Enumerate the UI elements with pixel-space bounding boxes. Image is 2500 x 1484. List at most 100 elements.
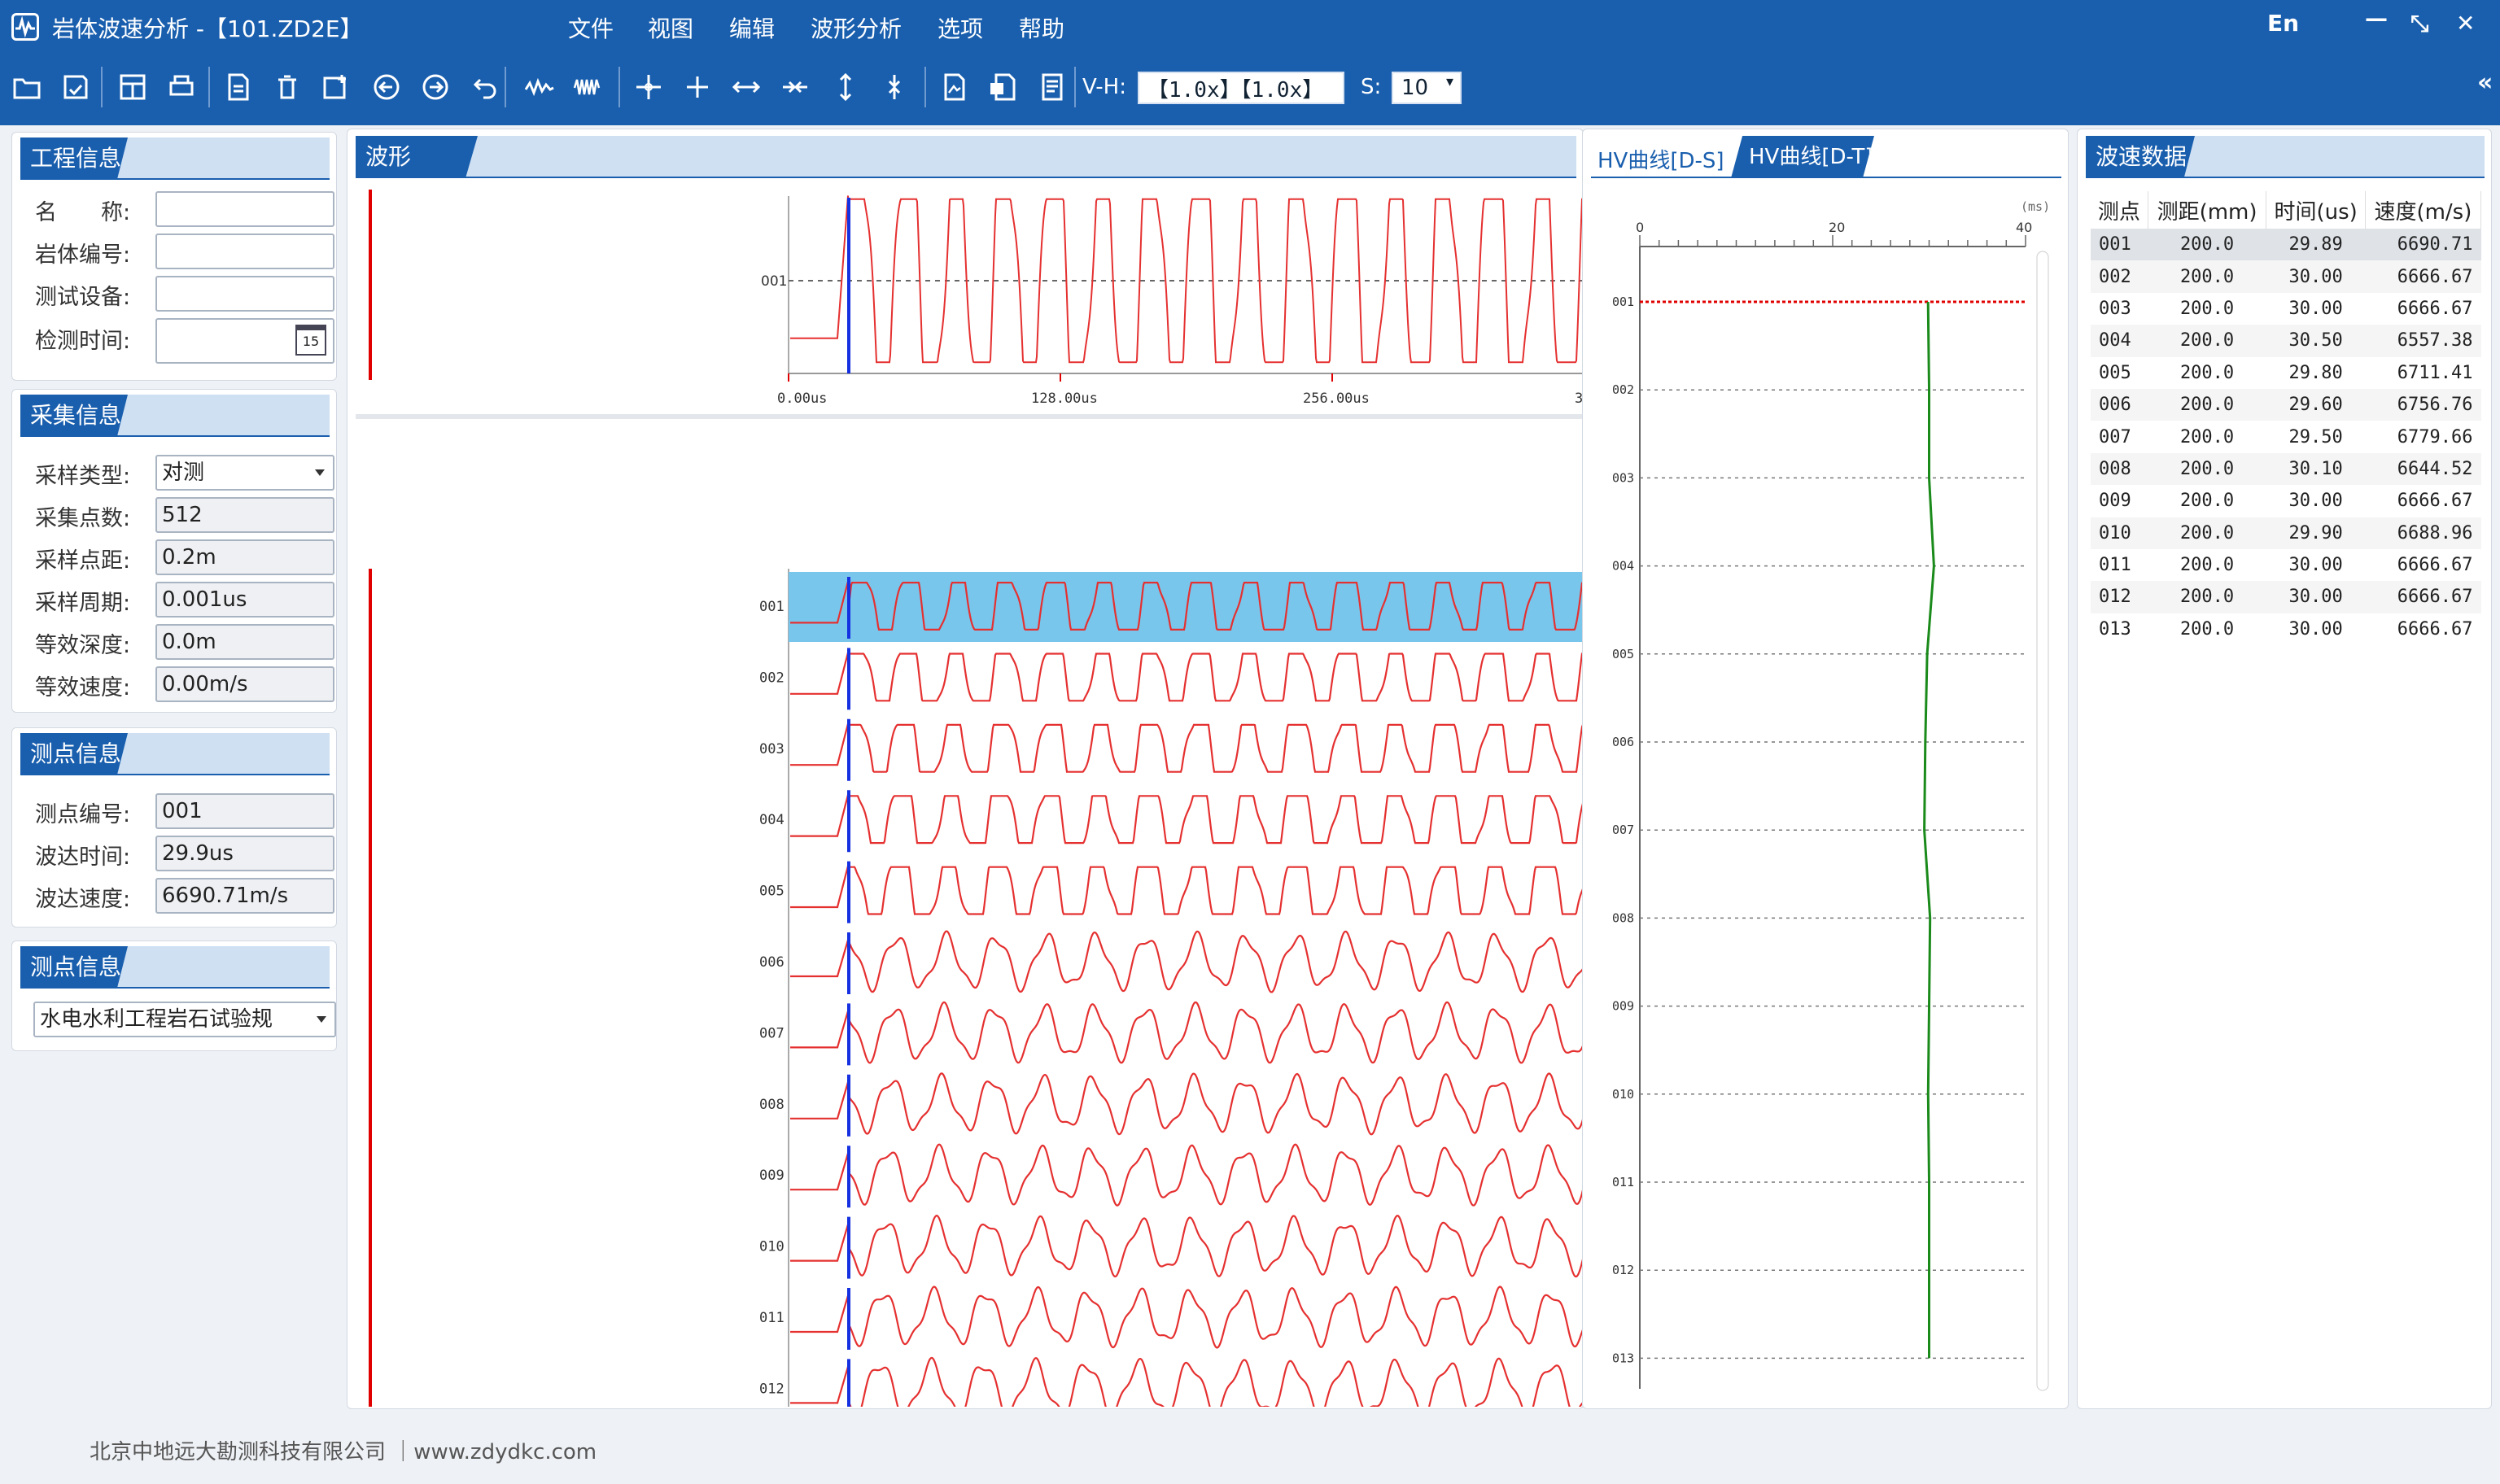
table-row[interactable]: 012 200.0 30.00 6666.67 — [2091, 581, 2481, 613]
vh-scale-field[interactable]: 【1.0x】【1.0x】 — [1138, 72, 1344, 104]
depth-label: 010 — [1612, 1087, 1634, 1102]
cursor-plus-icon[interactable] — [679, 68, 716, 106]
menu-wave-analysis[interactable]: 波形分析 — [811, 11, 902, 44]
table-cell: 30.00 — [2288, 555, 2343, 576]
footer-company: 北京中地远大勘测科技有限公司 ｜www.zdydkc.com — [90, 1440, 597, 1464]
eq-depth-field[interactable]: 0.0m — [155, 624, 334, 660]
device-field[interactable] — [155, 276, 334, 312]
collapse-toolbar-icon[interactable]: « — [2477, 68, 2493, 97]
channel-label: 002 — [759, 670, 785, 686]
delete-icon[interactable] — [269, 68, 306, 106]
menu-view[interactable]: 视图 — [648, 11, 693, 44]
hv-chart[interactable]: (ms) 0 20 40 001 002 003 004 005 006 007 008 009 010 0… — [1583, 194, 2069, 1407]
window-title: 岩体波速分析 -【101.ZD2E】 — [52, 15, 363, 42]
stretch-horizontal-icon[interactable] — [728, 68, 765, 106]
add-frame-icon[interactable] — [114, 68, 151, 106]
arrival-time-label: 波达时间: — [35, 845, 131, 870]
table-cell: 010 — [2099, 522, 2131, 543]
column-header[interactable]: 测距(mm) — [2148, 191, 2267, 229]
table-cell: 001 — [2099, 234, 2131, 255]
tab-hv-dt[interactable]: HV曲线[D-T] — [1731, 136, 1874, 178]
depth-label: 007 — [1612, 823, 1634, 837]
table-row[interactable]: 001 200.0 29.89 6690.71 — [2091, 229, 2481, 261]
print-icon[interactable] — [163, 68, 200, 106]
arrival-time-field[interactable]: 29.9us — [155, 836, 334, 871]
language-toggle[interactable]: En — [2267, 10, 2299, 37]
menu-help[interactable]: 帮助 — [1019, 11, 1064, 44]
save-icon[interactable] — [57, 68, 94, 106]
date-field[interactable]: 15 — [155, 318, 334, 364]
table-row[interactable]: 011 200.0 30.00 6666.67 — [2091, 548, 2481, 582]
depth-label: 001 — [1612, 295, 1634, 309]
table-row[interactable]: 013 200.0 30.00 6666.67 — [2091, 613, 2481, 646]
compress-horizontal-icon[interactable] — [776, 68, 814, 106]
close-icon[interactable]: ✕ — [2456, 10, 2475, 37]
menu-options[interactable]: 选项 — [938, 11, 983, 44]
report-icon[interactable] — [220, 68, 257, 106]
table-row[interactable]: 005 200.0 29.80 6711.41 — [2091, 356, 2481, 389]
wave-trace — [790, 1001, 1584, 1064]
arrow-left-icon[interactable] — [368, 68, 405, 106]
column-header[interactable]: 测点 — [2091, 191, 2148, 229]
table-row[interactable]: 003 200.0 30.00 6666.67 — [2091, 292, 2481, 325]
menu-file[interactable]: 文件 — [568, 11, 614, 44]
stretch-vertical-icon[interactable] — [827, 68, 864, 106]
standard-select[interactable]: 水电水利工程岩石试验规 — [33, 1002, 336, 1037]
wave-list-view[interactable]: 001002003004005006007008009010011012013 — [347, 430, 1584, 1407]
arrow-right-icon[interactable] — [417, 68, 454, 106]
menu-edit[interactable]: 编辑 — [729, 11, 775, 44]
compress-vertical-icon[interactable] — [876, 68, 913, 106]
wave-compress-icon[interactable] — [570, 68, 607, 106]
cursor-cross-icon[interactable] — [630, 68, 667, 106]
device-label: 测试设备: — [35, 285, 131, 310]
arrival-speed-field[interactable]: 6690.71m/s — [155, 878, 334, 914]
channel-label: 001 — [761, 273, 787, 290]
table-row[interactable]: 008 200.0 30.10 6644.52 — [2091, 452, 2481, 486]
table-cell: 30.00 — [2288, 266, 2343, 287]
points-field[interactable]: 512 — [155, 497, 334, 533]
name-field[interactable] — [155, 191, 334, 227]
table-row[interactable]: 002 200.0 30.00 6666.67 — [2091, 260, 2481, 293]
amplitude-scale-bar — [369, 569, 372, 1407]
wave-trace — [790, 1285, 1584, 1349]
arrival-speed-label: 波达速度: — [35, 887, 131, 912]
eq-speed-field[interactable]: 0.00m/s — [155, 666, 334, 702]
sample-type-select[interactable]: 对测 — [155, 455, 334, 491]
table-cell: 007 — [2099, 426, 2131, 447]
table-cell: 008 — [2099, 458, 2131, 479]
wave-filter-icon[interactable] — [521, 68, 558, 106]
restore-icon[interactable]: ⤡ — [2410, 10, 2428, 37]
export-image-icon[interactable] — [936, 68, 973, 106]
export-report-icon[interactable] — [1034, 68, 1071, 106]
tab-hv-ds[interactable]: HV曲线[D-S] — [1597, 144, 1724, 174]
table-row[interactable]: 006 200.0 29.60 6756.76 — [2091, 388, 2481, 421]
toolbar: V-H: 【1.0x】【1.0x】 S: 10 ▾ « — [0, 52, 2500, 125]
minimize-icon[interactable]: — — [2365, 5, 2388, 32]
open-folder-icon[interactable] — [8, 68, 46, 106]
wave-trace — [790, 1143, 1584, 1207]
rock-no-field[interactable] — [155, 234, 334, 269]
depth-label: 004 — [1612, 559, 1634, 574]
table-row[interactable]: 004 200.0 30.50 6557.38 — [2091, 325, 2481, 357]
collect-info-header: 采集信息 — [20, 395, 330, 437]
calendar-icon[interactable]: 15 — [295, 325, 326, 356]
add-item-icon[interactable] — [317, 68, 355, 106]
spacing-field[interactable]: 0.2m — [155, 539, 334, 575]
column-header[interactable]: 时间(us) — [2266, 191, 2366, 229]
chevron-down-icon — [317, 1016, 326, 1023]
period-field[interactable]: 0.001us — [155, 582, 334, 618]
table-row[interactable]: 009 200.0 30.00 6666.67 — [2091, 485, 2481, 517]
column-header[interactable]: 速度(m/s) — [2365, 191, 2482, 229]
s-select[interactable]: 10 ▾ — [1392, 72, 1462, 104]
point-info-panel: 测点信息 测点编号: 001 波达时间: 29.9us 波达速度: 6690.7… — [11, 727, 337, 928]
table-row[interactable]: 010 200.0 29.90 6688.96 — [2091, 517, 2481, 549]
depth-label: 009 — [1612, 999, 1634, 1014]
table-cell: 29.90 — [2288, 522, 2343, 543]
channel-label: 005 — [759, 884, 785, 900]
undo-icon[interactable] — [467, 68, 505, 106]
point-no-field[interactable]: 001 — [155, 793, 334, 829]
channel-label: 009 — [759, 1168, 785, 1184]
export-excel-icon[interactable] — [985, 68, 1022, 106]
table-row[interactable]: 007 200.0 29.50 6779.66 — [2091, 421, 2481, 453]
depth-label: 013 — [1612, 1351, 1634, 1365]
